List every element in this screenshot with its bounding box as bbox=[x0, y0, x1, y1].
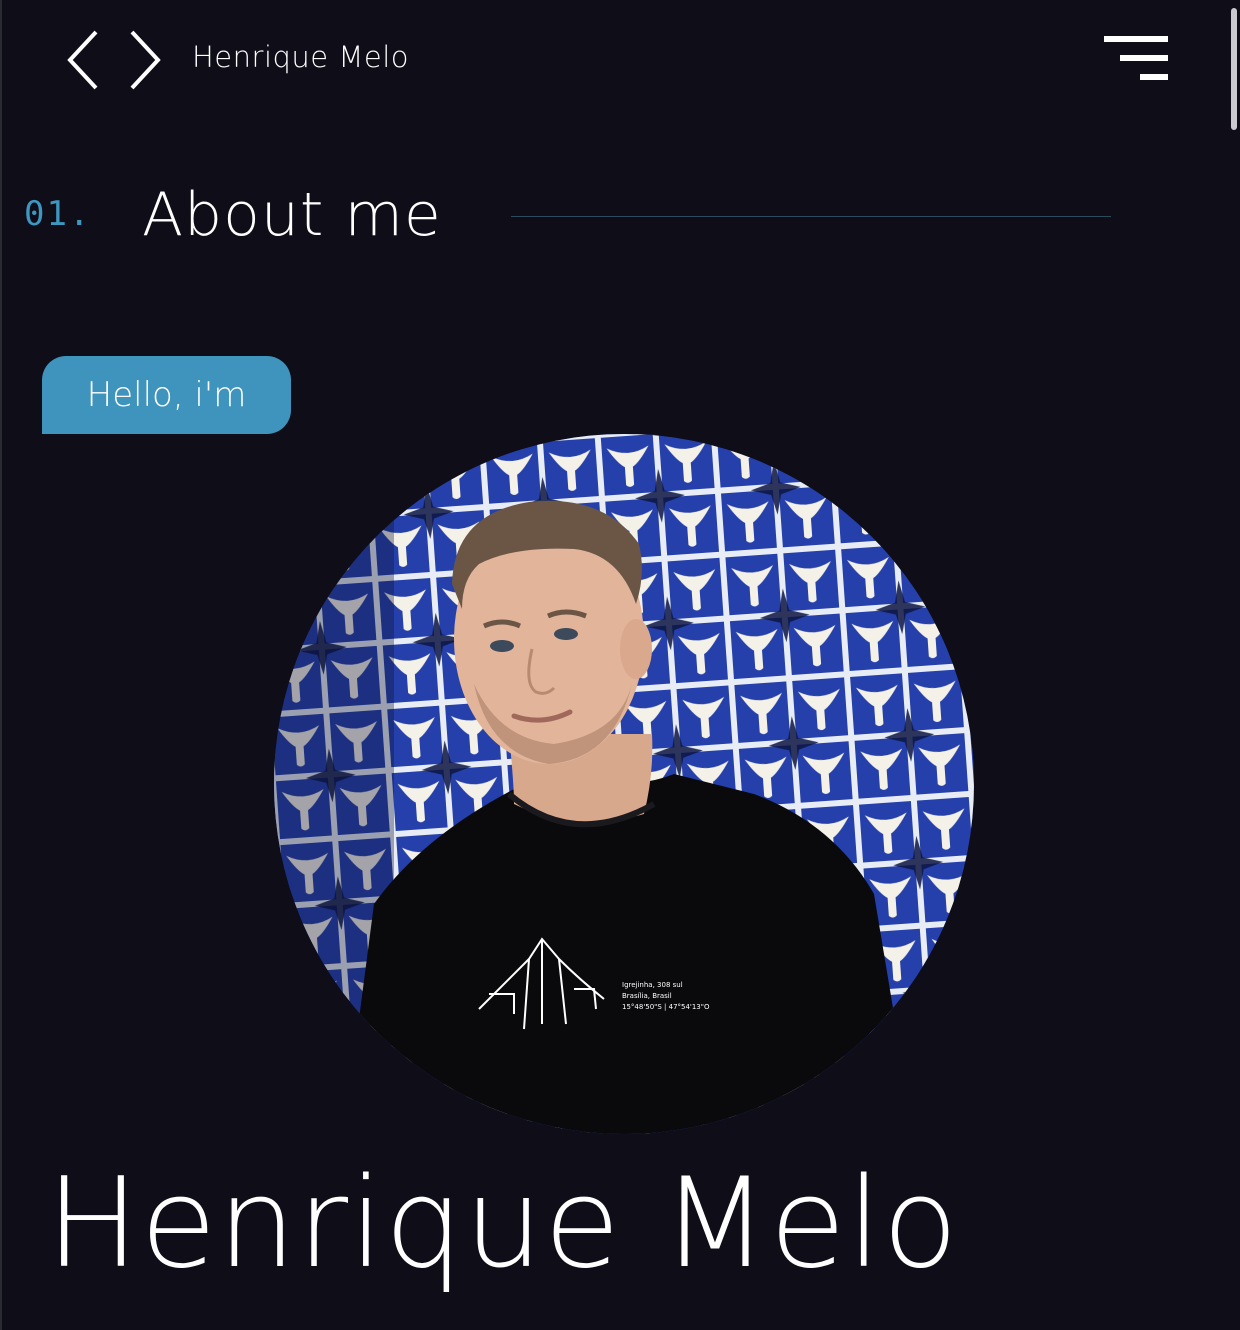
shirt-print-line: 15°48'50"S | 47°54'13"O bbox=[622, 1003, 710, 1011]
hamburger-menu-icon[interactable] bbox=[1102, 34, 1168, 86]
brand-name[interactable]: Henrique Melo bbox=[192, 40, 409, 74]
section-number: 01. bbox=[24, 194, 92, 234]
menu-bar bbox=[1120, 55, 1168, 61]
hero-name: Henrique Melo bbox=[46, 1152, 960, 1296]
code-logo[interactable] bbox=[62, 26, 166, 94]
shirt-print-line: Igrejinha, 308 sul bbox=[622, 981, 683, 989]
greeting-badge: Hello, i'm bbox=[42, 356, 291, 434]
portrait-illustration: Igrejinha, 308 sul Brasília, Brasil 15°4… bbox=[274, 434, 974, 1134]
section-heading: 01. About me bbox=[24, 180, 1111, 260]
section-title: About me bbox=[142, 180, 442, 250]
profile-photo: Igrejinha, 308 sul Brasília, Brasil 15°4… bbox=[274, 434, 974, 1134]
site-header: Henrique Melo bbox=[2, 0, 1240, 120]
page: Henrique Melo 01. About me Hello, i'm Ig… bbox=[0, 0, 1240, 1330]
scrollbar-thumb[interactable] bbox=[1231, 8, 1237, 130]
shirt-print-line: Brasília, Brasil bbox=[622, 992, 672, 1000]
divider bbox=[511, 216, 1111, 217]
chevron-left-icon[interactable] bbox=[62, 26, 114, 94]
chevron-right-icon[interactable] bbox=[114, 26, 166, 94]
menu-bar bbox=[1140, 74, 1168, 80]
menu-bar bbox=[1104, 36, 1168, 42]
